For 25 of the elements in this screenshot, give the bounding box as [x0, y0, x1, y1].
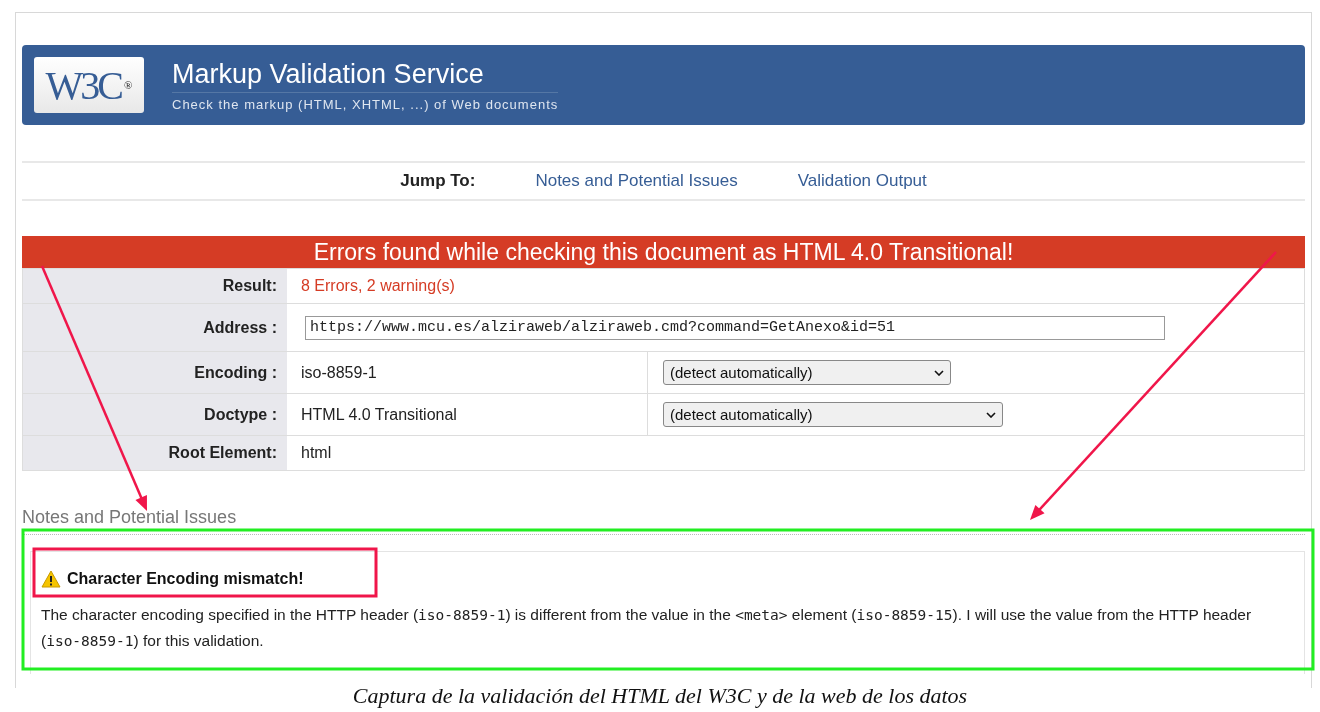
caret-icon — [986, 411, 996, 418]
field-label: Encoding : — [23, 352, 287, 393]
field-label: Result: — [23, 269, 287, 303]
field-label: Address : — [23, 304, 287, 351]
figure-caption: Captura de la validación del HTML del W3C y de la web de los datos — [351, 683, 969, 709]
jump-link[interactable]: Notes and Potential Issues — [535, 171, 738, 191]
error-banner: Errors found while checking this document as HTML 4.0 Transitional! — [22, 236, 1305, 268]
field-value: html — [301, 444, 332, 462]
page-title: Markup Validation Service — [172, 58, 559, 93]
jump-label: Jump To: — [400, 171, 476, 191]
result-text: 8 Errors, 2 warning(s) — [301, 277, 455, 295]
warning-icon — [41, 570, 61, 588]
address-field[interactable]: https://www.mcu.es/alziraweb/alziraweb.cmd?command=GetAnexo&id=51 — [305, 315, 1165, 340]
field-label: Doctype : — [23, 394, 287, 435]
w3c-logo: W3C$^{®}$ — [34, 57, 144, 113]
caret-icon — [934, 369, 944, 376]
note-message: The character encoding specified in the HTTP header (iso-8859-1) is different from the value in the <meta> element (iso-8859-15). I will use the value from the HTTP header (iso-8859-1) for this validation. — [41, 605, 1253, 651]
field-label: Root Element: — [23, 436, 287, 470]
dropdown[interactable]: (detect automatically) — [663, 402, 1003, 427]
dropdown[interactable]: (detect automatically) — [663, 360, 951, 385]
jump-link[interactable]: Validation Output — [797, 171, 927, 191]
field-value: iso-8859-1 — [301, 363, 377, 382]
note-title: Character Encoding mismatch! — [67, 570, 304, 588]
page-subtitle: Check the markup (HTML, XHTML, ...) of Web documents — [172, 96, 559, 112]
field-value: HTML 4.0 Transitional — [301, 405, 457, 424]
